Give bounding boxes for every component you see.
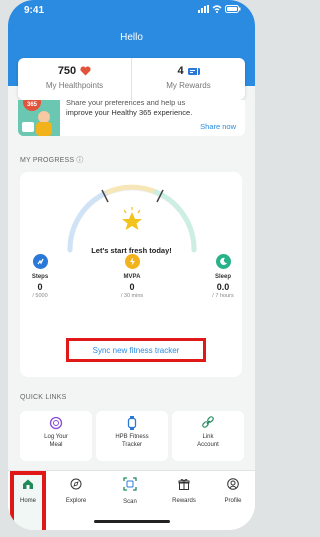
tab-rewards-label: Rewards <box>172 498 196 504</box>
star-icon <box>122 207 142 230</box>
watch-icon <box>127 416 137 430</box>
mvpa-value: 0 <box>129 282 135 292</box>
gift-icon <box>178 479 190 490</box>
fitness-tracker-label-1: HPB Fitness <box>115 434 149 440</box>
tab-explore-label: Explore <box>65 498 87 504</box>
fitness-tracker-label-2: Tracker <box>121 442 143 448</box>
log-meal-label-2: Meal <box>49 442 63 448</box>
banner-text: Share your preferences and help us impro… <box>66 100 238 118</box>
home-icon <box>23 479 33 489</box>
quick-links-title: QUICK LINKS <box>20 394 67 401</box>
lightning-icon <box>124 254 140 269</box>
status-icons <box>198 5 241 13</box>
compass-icon <box>70 478 82 490</box>
mvpa-label: MVPA <box>123 274 141 280</box>
healthpoints-value: 750 <box>57 65 77 77</box>
banner-text-main: improve your Healthy 365 experience. <box>66 108 193 117</box>
rewards-value: 4 <box>177 65 184 77</box>
quick-link-fitness-tracker[interactable]: HPB Fitness Tracker <box>96 411 168 461</box>
healthpoints-stat[interactable]: 750 My Healthpoints <box>18 58 131 100</box>
sleep-value: 0.0 <box>216 282 230 292</box>
status-time: 9:41 <box>24 5 45 16</box>
feedback-banner[interactable]: 365 Share your preferences and help us i… <box>18 100 245 136</box>
status-bar: 9:41 <box>8 0 255 22</box>
heart-icon <box>80 66 91 76</box>
wifi-icon <box>212 5 222 13</box>
home-indicator <box>94 520 170 523</box>
mvpa-metric[interactable]: MVPA 0 / 30 mins <box>112 254 152 299</box>
steps-label: Steps <box>31 274 49 280</box>
moon-icon <box>215 254 231 269</box>
rewards-label: My Rewards <box>166 81 211 90</box>
sync-button-label: Sync new fitness tracker <box>92 345 180 355</box>
tab-rewards[interactable]: Rewards <box>164 477 204 504</box>
sleep-target: / 7 hours <box>212 293 234 299</box>
tab-profile[interactable]: Profile <box>213 477 253 504</box>
tab-home-label: Home <box>19 498 36 504</box>
steps-target: / 5000 <box>32 293 48 299</box>
tab-home[interactable]: Home <box>8 477 48 504</box>
link-account-label-2: Account <box>197 442 219 448</box>
banner-text-partial: Share your preferences and help us <box>66 100 186 107</box>
scan-icon <box>123 477 137 491</box>
tab-explore[interactable]: Explore <box>56 477 96 504</box>
meal-icon <box>49 416 63 430</box>
ticket-icon <box>187 67 200 75</box>
sync-fitness-tracker-button[interactable]: Sync new fitness tracker <box>66 338 206 362</box>
tab-profile-label: Profile <box>224 498 242 504</box>
steps-metric[interactable]: Steps 0 / 5000 <box>20 254 60 299</box>
quick-link-log-meal[interactable]: Log Your Meal <box>20 411 92 461</box>
banner-illustration: 365 <box>18 100 60 136</box>
phone-screen: 9:41 Hello 750 My Healthpoints 4 My Rewa… <box>8 0 255 530</box>
share-now-link[interactable]: Share now <box>200 122 236 131</box>
log-meal-label-1: Log Your <box>44 434 68 440</box>
survey-illustration-icon: 365 <box>18 100 60 136</box>
link-account-label-1: Link <box>202 434 214 440</box>
stats-card: 750 My Healthpoints 4 My Rewards <box>18 58 245 100</box>
healthpoints-label: My Healthpoints <box>45 81 104 90</box>
mvpa-target: / 30 mins <box>120 293 144 299</box>
sleep-label: Sleep <box>214 274 231 280</box>
quick-link-link-account[interactable]: Link Account <box>172 411 244 461</box>
link-icon <box>202 416 214 428</box>
tab-scan[interactable]: Scan <box>110 477 150 505</box>
signal-icon <box>198 5 209 13</box>
steps-icon <box>32 254 48 269</box>
tab-scan-label: Scan <box>123 499 137 505</box>
rewards-stat[interactable]: 4 My Rewards <box>131 58 245 100</box>
sleep-metric[interactable]: Sleep 0.0 / 7 hours <box>203 254 243 299</box>
my-progress-title: MY PROGRESS ⓘ <box>20 157 84 164</box>
banner-badge-text: 365 <box>27 102 38 108</box>
page-title: Hello <box>120 32 143 43</box>
profile-icon <box>227 478 239 490</box>
steps-value: 0 <box>37 282 43 292</box>
battery-icon <box>225 5 241 13</box>
